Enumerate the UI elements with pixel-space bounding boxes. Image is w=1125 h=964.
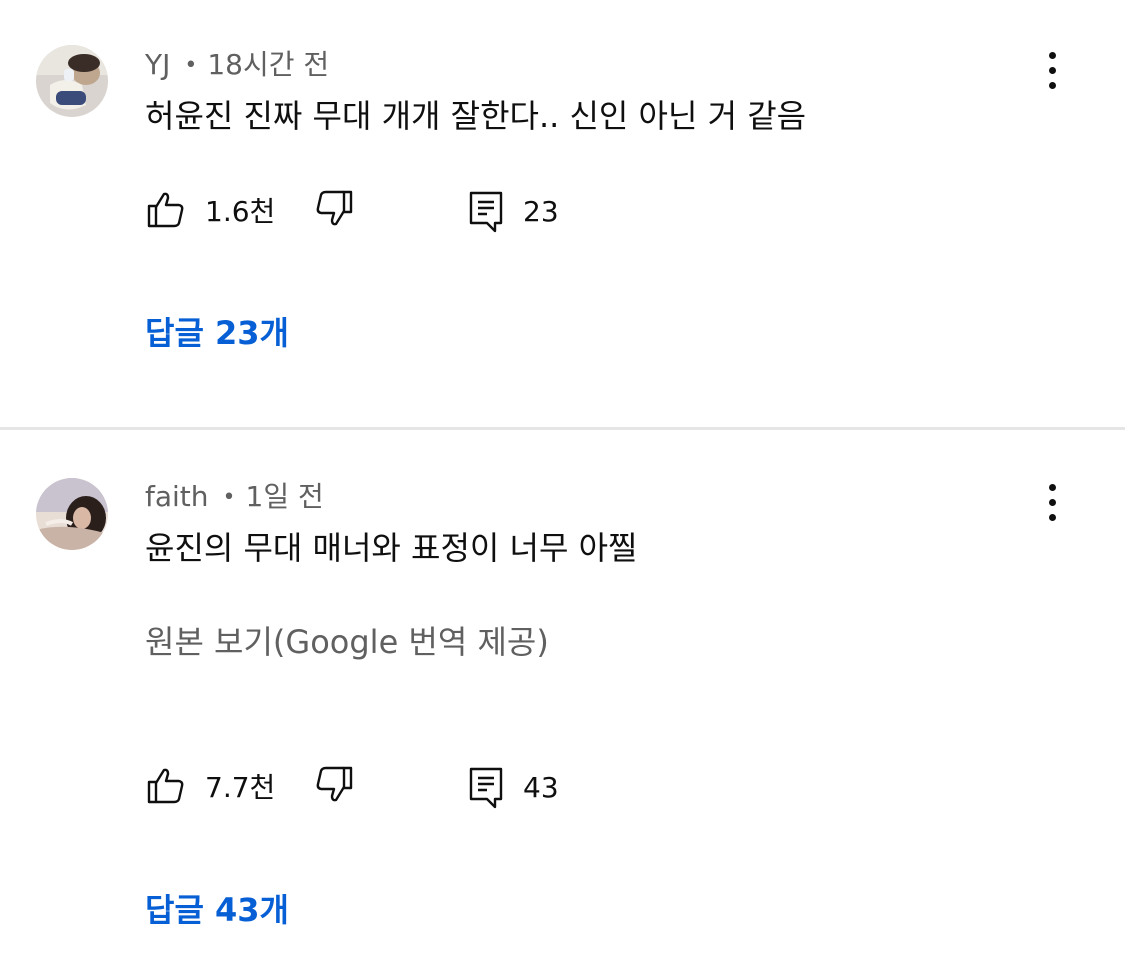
comment-meta: YJ • 18시간 전 [145,48,329,83]
comment-time[interactable]: 18시간 전 [207,48,329,81]
more-vert-icon-dot [1048,66,1056,74]
more-vert-icon-dot [1048,498,1056,506]
avatar[interactable] [36,45,108,117]
reply-count: 23 [523,195,559,228]
comment-menu-button[interactable] [1030,474,1074,530]
reply-count: 43 [523,771,559,804]
thumbs-down-icon [316,190,353,226]
thumbs-up-icon [147,192,184,228]
comment-text: 허윤진 진짜 무대 개개 잘한다.. 신인 아닌 거 같음 [145,97,807,135]
comment-icon [469,767,503,809]
dislike-button[interactable] [315,765,359,811]
comment-time[interactable]: 1일 전 [246,480,324,513]
avatar[interactable] [36,478,108,550]
comment-actions: 7.7천 43 [145,765,745,811]
comment-thread: YJ • 18시간 전 허윤진 진짜 무대 개개 잘한다.. 신인 아닌 거 같음 … [0,0,1125,427]
comment-text: 윤진의 무대 매너와 표정이 너무 아찔 [145,529,638,567]
comment-icon [469,191,503,233]
dislike-button[interactable] [315,189,359,235]
reply-button[interactable] [467,765,507,811]
like-button[interactable] [145,765,189,811]
author-name[interactable]: YJ [145,48,170,81]
reply-button[interactable] [467,189,507,235]
view-replies-button[interactable]: 답글 23개 [145,313,289,353]
more-vert-icon-dot [1048,513,1056,521]
comment-meta: faith • 1일 전 [145,480,324,515]
thumbs-down-icon [316,766,353,802]
avatar-image [36,478,108,550]
meta-separator: • [222,485,236,510]
view-replies-button[interactable]: 답글 43개 [145,890,289,930]
like-button[interactable] [145,189,189,235]
avatar-image [36,45,108,117]
author-name[interactable]: faith [145,480,209,513]
meta-separator: • [184,53,198,78]
more-vert-icon-dot [1048,81,1056,89]
thumbs-up-icon [147,768,184,804]
comment-thread: faith • 1일 전 윤진의 무대 매너와 표정이 너무 아찔 원본 보기(Go… [0,430,1125,964]
comment-actions: 1.6천 23 [145,189,745,235]
see-original-link[interactable]: 원본 보기(Google 번역 제공) [145,622,549,662]
more-vert-icon [1048,483,1056,491]
comment-menu-button[interactable] [1030,42,1074,98]
like-count: 1.6천 [205,195,276,228]
more-vert-icon [1048,51,1056,59]
like-count: 7.7천 [205,771,276,804]
